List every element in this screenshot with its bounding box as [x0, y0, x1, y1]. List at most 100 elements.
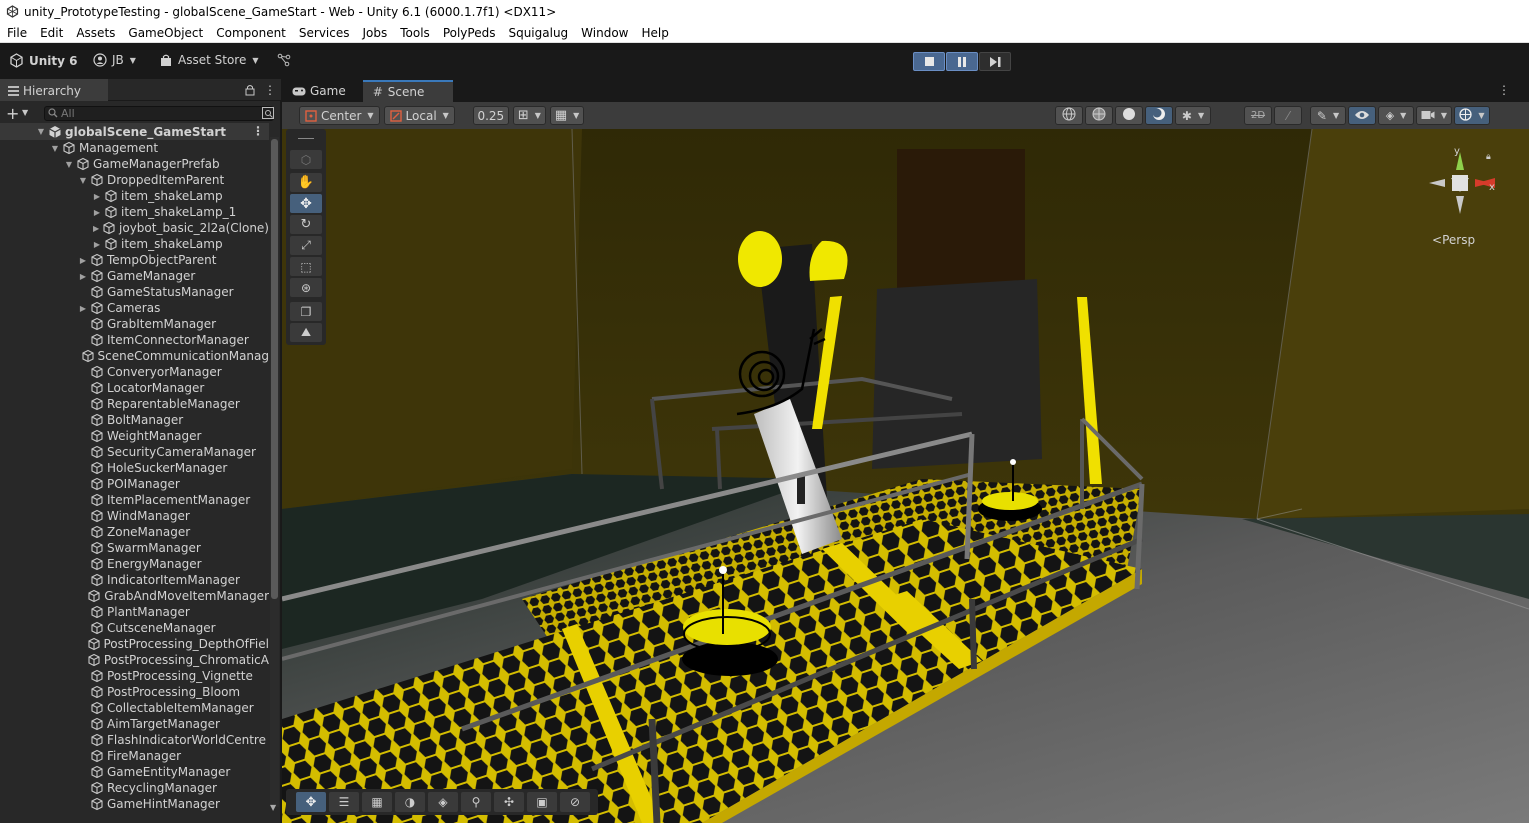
hierarchy-row[interactable]: PostProcessing_ChromaticA [0, 652, 269, 668]
unity-version-button[interactable]: Unity 6 [9, 53, 78, 68]
custom-tool-button[interactable]: ❐ [290, 302, 322, 321]
hierarchy-row[interactable]: IndicatorItemManager [0, 572, 269, 588]
hierarchy-row[interactable]: PostProcessing_Vignette [0, 668, 269, 684]
expand-arrow-icon[interactable]: ▶ [92, 192, 102, 201]
kebab-menu-icon[interactable]: ⋮ [252, 124, 264, 138]
pivot-mode-dropdown[interactable]: Center ▼ [299, 106, 380, 125]
expand-arrow-icon[interactable]: ▶ [78, 256, 88, 265]
menu-window[interactable]: Window [581, 26, 628, 40]
hierarchy-row[interactable]: ▼ Management [0, 140, 269, 156]
hierarchy-scrollbar[interactable] [270, 137, 279, 807]
menu-gameobject[interactable]: GameObject [128, 26, 203, 40]
view-tool-button[interactable]: ⬡ [290, 150, 322, 169]
lighting-overlay-button[interactable]: ◑ [395, 792, 425, 812]
menu-help[interactable]: Help [642, 26, 669, 40]
hierarchy-row[interactable]: CutsceneManager [0, 620, 269, 636]
search-options-icon[interactable] [262, 107, 274, 119]
hierarchy-row[interactable]: PlantManager [0, 604, 269, 620]
hierarchy-row[interactable]: ▶ joybot_basic_2l2a(Clone) [0, 220, 269, 236]
hand-tool-button[interactable]: ✋ [290, 173, 322, 192]
rotate-tool-button[interactable]: ↻ [290, 215, 322, 234]
2d-toggle-button[interactable]: 2D [1244, 106, 1272, 125]
scene-visibility-button[interactable] [1348, 106, 1376, 125]
tab-game[interactable]: Game [282, 80, 356, 102]
hierarchy-row[interactable]: BoltManager [0, 412, 269, 428]
scene-root-row[interactable]: ▼ globalScene_GameStart ⋮ [0, 123, 269, 140]
menu-component[interactable]: Component [216, 26, 286, 40]
expand-arrow-icon[interactable]: ▶ [92, 224, 100, 233]
expand-arrow-icon[interactable]: ▶ [92, 208, 102, 217]
hierarchy-row[interactable]: ▶ Cameras [0, 300, 269, 316]
expand-arrow-icon[interactable]: ▼ [64, 160, 74, 169]
hierarchy-row[interactable]: ▶ item_shakeLamp [0, 188, 269, 204]
menu-file[interactable]: File [7, 26, 27, 40]
camera-overlay-button[interactable]: ▣ [527, 792, 557, 812]
hierarchy-row[interactable]: ReparentableManager [0, 396, 269, 412]
lighting-toggle-button[interactable]: ⁄ [1274, 106, 1302, 125]
step-button[interactable] [979, 52, 1011, 71]
scroll-down-icon[interactable]: ▼ [270, 803, 276, 812]
scale-tool-button[interactable]: ⤢ [290, 236, 322, 255]
scene-viewport[interactable] [282, 129, 1529, 823]
expand-arrow-icon[interactable]: ▶ [78, 272, 88, 281]
shaded-button[interactable] [1115, 106, 1143, 125]
hierarchy-row[interactable]: ▶ TempObjectParent [0, 252, 269, 268]
search-overlay-button[interactable]: ⚲ [461, 792, 491, 812]
hierarchy-row[interactable]: AimTargetManager [0, 716, 269, 732]
add-icon[interactable]: + [6, 104, 19, 123]
projection-toggle[interactable]: <Persp [1432, 233, 1475, 247]
menu-squigalug[interactable]: Squigalug [508, 26, 568, 40]
expand-arrow-icon[interactable]: ▼ [36, 127, 46, 136]
orientation-gizmo[interactable]: y x [1425, 146, 1495, 218]
hierarchy-row[interactable]: ▼ GameManagerPrefab [0, 156, 269, 172]
hierarchy-row[interactable]: ZoneManager [0, 524, 269, 540]
editor-tool-button[interactable]: ⛰ [290, 323, 322, 342]
rect-tool-button[interactable]: ⬚ [290, 257, 322, 276]
move-overlay-button[interactable]: ✥ [296, 792, 326, 812]
hierarchy-row[interactable]: ▼ DroppedItemParent [0, 172, 269, 188]
menu-jobs[interactable]: Jobs [363, 26, 388, 40]
hierarchy-row[interactable]: GrabAndMoveItemManager [0, 588, 269, 604]
shaded-wireframe-button[interactable] [1085, 106, 1113, 125]
hierarchy-row[interactable]: EnergyManager [0, 556, 269, 572]
kebab-menu-icon[interactable]: ⋮ [264, 83, 276, 97]
hierarchy-row[interactable]: PostProcessing_DepthOfFiel [0, 636, 269, 652]
menu-assets[interactable]: Assets [76, 26, 115, 40]
lock-icon[interactable] [245, 84, 255, 96]
hierarchy-row[interactable]: ▶ item_shakeLamp [0, 236, 269, 252]
hierarchy-row[interactable]: PostProcessing_Bloom [0, 684, 269, 700]
hierarchy-row[interactable]: CollectableItemManager [0, 700, 269, 716]
hierarchy-row[interactable]: FireManager [0, 748, 269, 764]
hierarchy-row[interactable]: HoleSuckerManager [0, 460, 269, 476]
menu-edit[interactable]: Edit [40, 26, 63, 40]
grid-visibility-toggle[interactable]: ▦ ▼ [549, 106, 585, 125]
hierarchy-row[interactable]: GameEntityManager [0, 764, 269, 780]
hierarchy-row[interactable]: GameHintManager [0, 796, 269, 812]
hierarchy-row[interactable]: SwarmManager [0, 540, 269, 556]
overlay-drag-handle[interactable] [298, 138, 314, 139]
pivot-overlay-button[interactable]: ✣ [494, 792, 524, 812]
hierarchy-row[interactable]: SceneCommunicationManag [0, 348, 269, 364]
stop-button[interactable] [913, 52, 945, 71]
account-dropdown[interactable]: JB ▼ [93, 53, 136, 67]
expand-arrow-icon[interactable]: ▶ [78, 304, 88, 313]
snap-increment-field[interactable]: 0.25 [472, 106, 509, 125]
menu-tools[interactable]: Tools [400, 26, 430, 40]
move-tool-button[interactable]: ✥ [290, 194, 322, 213]
chevron-down-icon[interactable]: ▼ [22, 108, 28, 117]
scrollbar-thumb[interactable] [271, 139, 278, 599]
hierarchy-row[interactable]: ▶ GameManager [0, 268, 269, 284]
hierarchy-row[interactable]: GameStatusManager [0, 284, 269, 300]
tab-hierarchy[interactable]: Hierarchy [0, 78, 108, 101]
hierarchy-row[interactable]: LocatorManager [0, 380, 269, 396]
grid-overlay-button[interactable]: ▦ [362, 792, 392, 812]
wireframe-shading-button[interactable] [1055, 106, 1083, 125]
menu-services[interactable]: Services [299, 26, 350, 40]
layers-overlay-button[interactable]: ◈ [428, 792, 458, 812]
grid-snapping-toggle[interactable]: ⊞ ▼ [512, 106, 546, 125]
hierarchy-row[interactable]: RecyclingManager [0, 780, 269, 796]
kebab-menu-icon[interactable]: ⋮ [1498, 83, 1510, 97]
hierarchy-row[interactable]: FlashIndicatorWorldCentre [0, 732, 269, 748]
camera-settings-dropdown[interactable]: ▼ [1416, 106, 1452, 125]
tab-scene[interactable]: # Scene [362, 80, 453, 102]
